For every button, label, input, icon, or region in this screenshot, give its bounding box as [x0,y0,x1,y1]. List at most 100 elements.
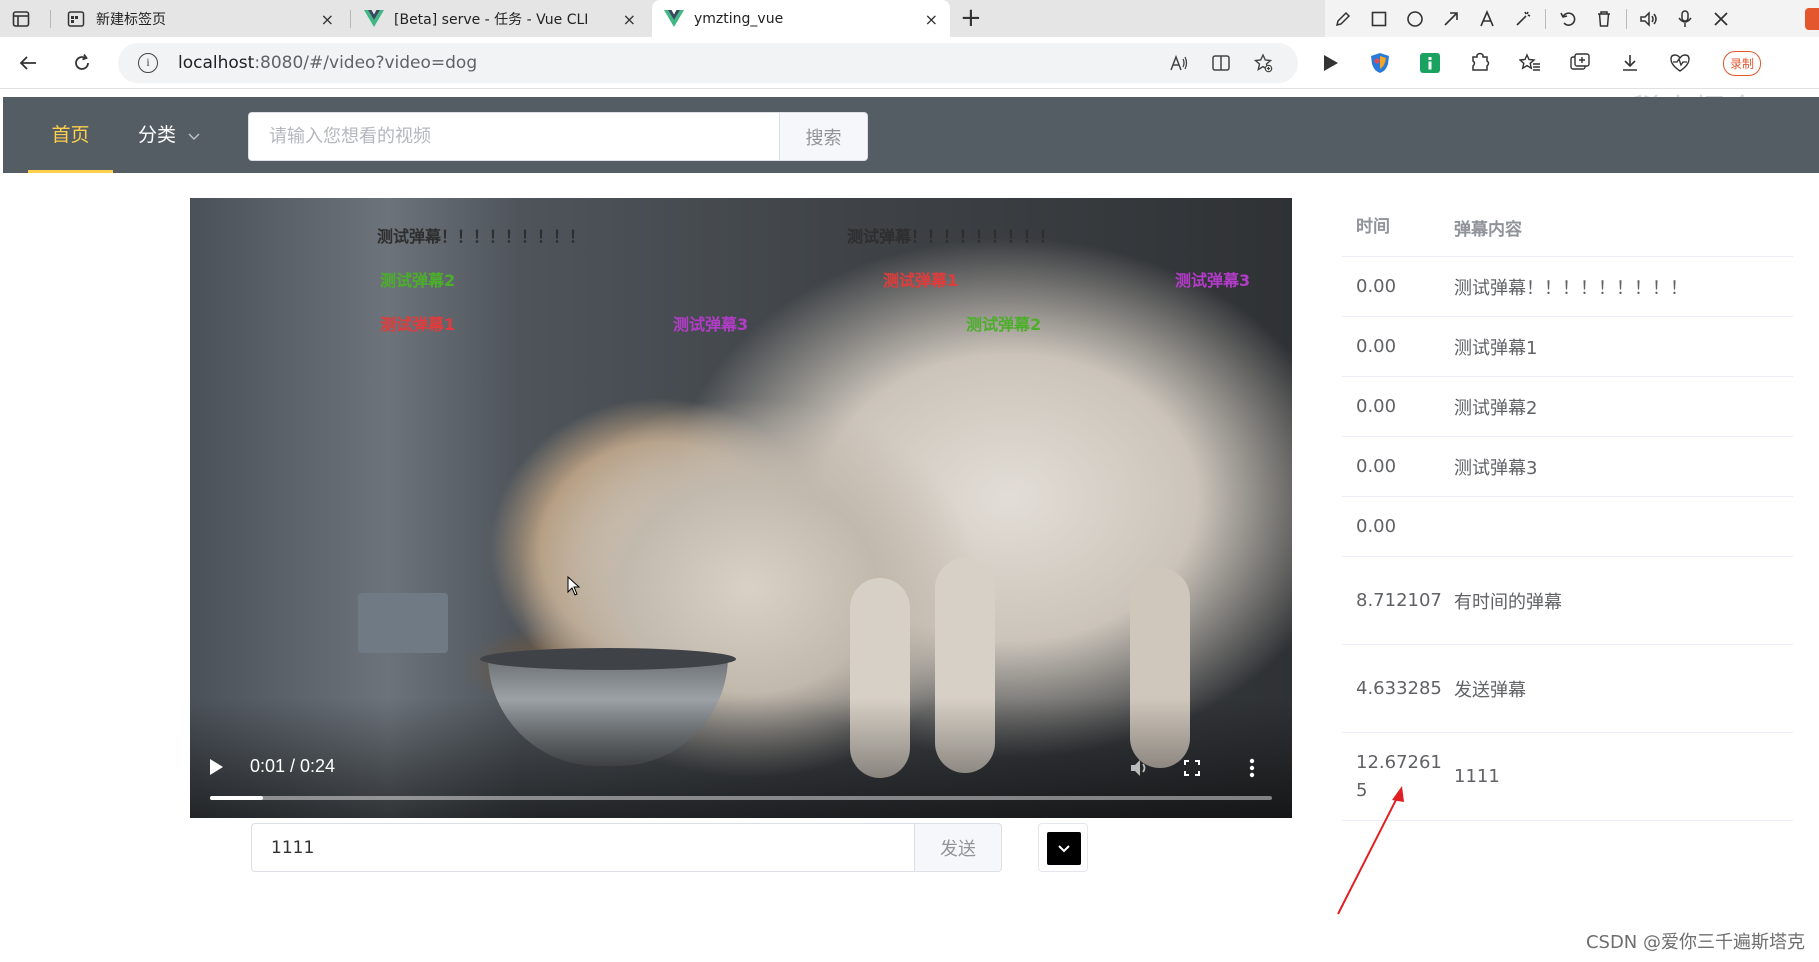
danmu-content: 测试弹幕1 [1454,337,1538,359]
vue-logo-icon [364,9,384,29]
vue-logo-icon [664,9,684,29]
rectangle-icon[interactable] [1361,0,1397,37]
danmu-item: 测试弹幕！！！！！！！！！ [847,227,1056,246]
search-input[interactable] [248,112,779,161]
browser-tab-bar: 新建标签页 × [Beta] serve - 任务 - Vue CLI × ym… [0,0,1819,37]
danmu-table: 时间 弹幕内容 0.00 测试弹幕！！！！！！！！！ 0.00 测试弹幕1 0.… [1342,198,1793,821]
menu-category-label: 分类 [138,124,177,146]
tab-new-tab[interactable]: 新建标签页 × [56,0,346,37]
danmu-item: 测试弹幕3 [1175,271,1251,290]
danmu-item: 测试弹幕3 [673,315,749,334]
url-host: localhost [178,53,255,73]
reload-icon[interactable] [68,49,96,77]
undo-icon[interactable] [1550,0,1586,37]
play-icon[interactable] [1316,49,1344,77]
collections-icon[interactable] [1566,49,1594,77]
column-header-time: 时间 [1356,217,1390,237]
new-tab-button[interactable]: + [960,5,982,31]
address-bar-row: i localhost:8080/#/video?video=dog 录制 稀土… [0,37,1819,128]
danmu-item: 测试弹幕2 [966,315,1042,334]
send-danmu-button[interactable]: 发送 [914,823,1002,872]
danmu-time: 4.633285 [1356,677,1442,699]
close-icon[interactable] [1703,0,1739,37]
mic-icon[interactable] [1667,0,1703,37]
danmu-content: 发送弹幕 [1454,679,1526,701]
danmu-content: 1111 [1454,766,1500,787]
url-text[interactable]: localhost:8080/#/video?video=dog [178,53,477,73]
extension-green-icon[interactable] [1416,49,1444,77]
recording-badge [1805,8,1819,30]
video-progress-bar[interactable] [210,796,1272,800]
volume-icon[interactable] [1128,756,1152,780]
toolbar-separator [1545,8,1546,29]
danmu-input[interactable] [251,823,914,872]
danmu-content: 测试弹幕2 [1454,397,1538,419]
fullscreen-icon[interactable] [1180,756,1204,780]
menu-item-category[interactable]: 分类 [138,97,200,173]
csdn-watermark: CSDN @爱你三千遍斯塔克 [1585,932,1805,953]
tab-separator [50,10,51,28]
danmu-item: 测试弹幕2 [380,271,456,290]
video-player[interactable]: 测试弹幕！！！！！！！！！ 测试弹幕！！！！！！！！！ 测试弹幕2 测试弹幕1 … [190,198,1292,818]
close-tab-icon[interactable]: × [321,10,334,29]
danmu-content: 测试弹幕！！！！！！！！！ [1454,277,1688,299]
danmu-time: 8.712107 [1356,589,1442,611]
heart-monitor-icon[interactable] [1666,49,1694,77]
magic-icon[interactable] [1505,0,1541,37]
table-row: 0.00 测试弹幕2 [1342,377,1793,437]
tab-actions-icon[interactable] [10,8,32,30]
close-tab-icon[interactable]: × [925,10,938,29]
more-options-icon[interactable] [1240,756,1264,780]
record-label: 录制 [1722,50,1761,76]
puzzle-icon[interactable] [1466,49,1494,77]
back-icon[interactable] [14,49,42,77]
close-tab-icon[interactable]: × [623,10,636,29]
tab-separator [350,10,351,28]
tab-title: 新建标签页 [96,11,166,28]
menu-item-home[interactable]: 首页 [28,97,113,173]
address-bar[interactable]: i localhost:8080/#/video?video=dog [118,43,1298,83]
tab-title: ymzting_vue [694,10,784,27]
danmu-color-picker[interactable] [1038,823,1088,872]
url-path: :8080/#/video?video=dog [254,53,478,73]
search-button[interactable]: 搜索 [779,112,868,161]
speaker-icon[interactable] [1631,0,1667,37]
text-icon[interactable] [1469,0,1505,37]
play-icon[interactable] [208,758,228,778]
chevron-down-icon [184,130,200,144]
tab-ymzting-vue[interactable]: ymzting_vue × [652,0,950,37]
toolbar-separator [1626,8,1627,29]
column-header-content: 弹幕内容 [1454,219,1522,240]
trash-icon[interactable] [1586,0,1622,37]
table-row: 8.712107 有时间的弹幕 [1342,557,1793,645]
split-screen-icon[interactable] [1210,52,1232,74]
favorites-icon[interactable] [1516,49,1544,77]
danmu-item: 测试弹幕1 [380,315,456,334]
download-icon[interactable] [1616,49,1644,77]
shield-icon[interactable] [1366,49,1394,77]
add-favorite-icon[interactable] [1252,52,1274,74]
video-scene-block [358,593,448,653]
danmu-time: 0.00 [1356,455,1397,477]
video-search: 搜索 [248,112,868,161]
danmu-content: 测试弹幕3 [1454,457,1538,479]
site-info-icon[interactable]: i [138,53,158,73]
table-row: 4.633285 发送弹幕 [1342,645,1793,733]
circle-icon[interactable] [1397,0,1433,37]
tab-title: [Beta] serve - 任务 - Vue CLI [394,11,589,28]
pencil-icon[interactable] [1325,0,1361,37]
record-icon[interactable]: 录制 [1716,49,1768,77]
annotation-toolbar [1325,0,1819,37]
danmu-time: 0.00 [1356,515,1397,537]
new-tab-page-icon [66,9,86,29]
danmu-send-bar: 发送 [251,823,1002,872]
arrow-icon[interactable] [1433,0,1469,37]
red-annotation-arrow-icon [1330,780,1410,924]
read-aloud-icon[interactable] [1168,52,1190,74]
table-row: 0.00 测试弹幕！！！！！！！！！ [1342,257,1793,317]
danmu-item: 测试弹幕1 [883,271,959,290]
table-row: 0.00 测试弹幕1 [1342,317,1793,377]
danmu-time: 0.00 [1356,335,1397,357]
tab-vue-cli[interactable]: [Beta] serve - 任务 - Vue CLI × [356,0,648,37]
danmu-item: 测试弹幕！！！！！！！！！ [377,227,586,246]
